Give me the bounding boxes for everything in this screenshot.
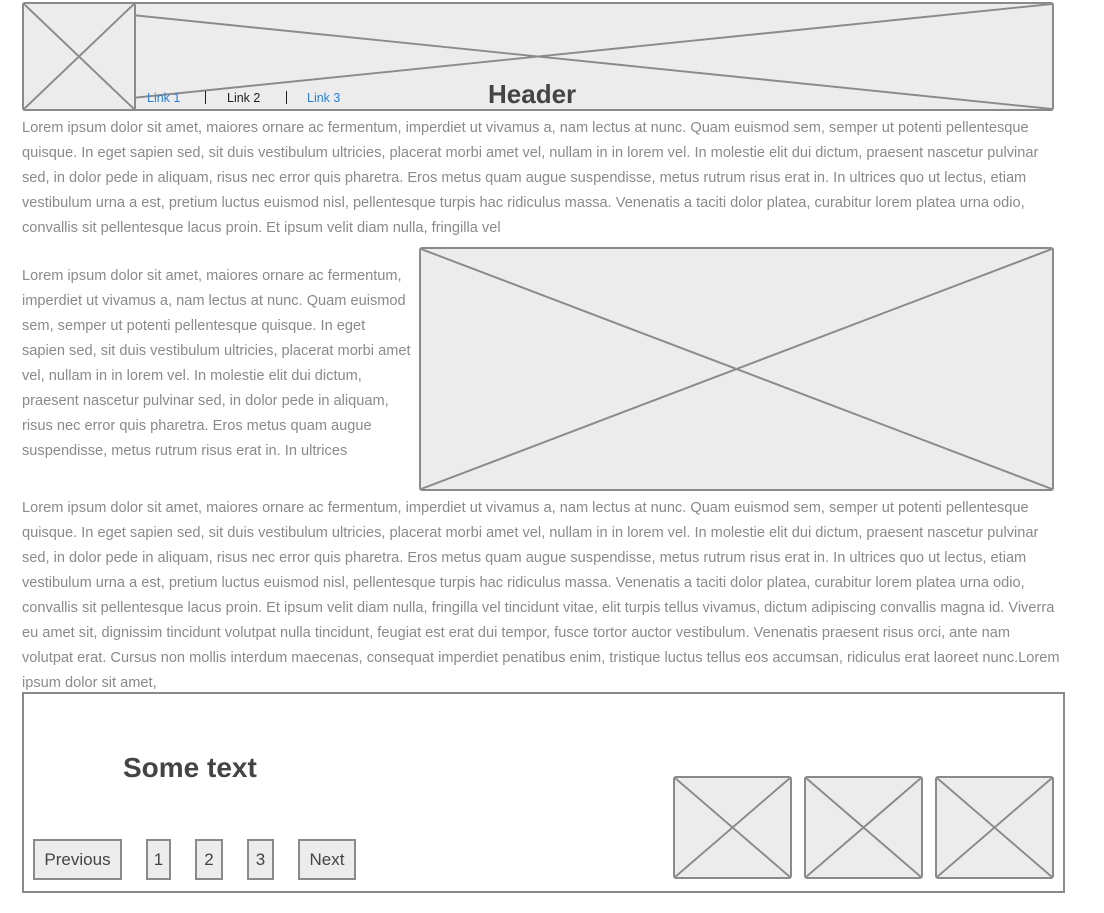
page-3-button[interactable]: 3 bbox=[247, 839, 274, 880]
nav-separator bbox=[286, 91, 287, 104]
previous-button[interactable]: Previous bbox=[33, 839, 122, 880]
logo-image bbox=[22, 2, 136, 111]
nav-link-3[interactable]: Link 3 bbox=[307, 90, 340, 106]
main-content-image bbox=[419, 247, 1054, 491]
page-2-button[interactable]: 2 bbox=[195, 839, 223, 880]
thumbnail-image-2[interactable] bbox=[804, 776, 923, 879]
image-placeholder-icon bbox=[24, 4, 134, 109]
image-placeholder-icon bbox=[675, 778, 790, 877]
nav-link-2[interactable]: Link 2 bbox=[227, 90, 260, 106]
footer-heading: Some text bbox=[123, 752, 257, 783]
image-placeholder-icon bbox=[421, 249, 1052, 489]
image-placeholder-icon bbox=[937, 778, 1052, 877]
side-paragraph: Lorem ipsum dolor sit amet, maiores orna… bbox=[22, 268, 411, 459]
intro-paragraph: Lorem ipsum dolor sit amet, maiores orna… bbox=[22, 120, 1039, 236]
body-paragraph: Lorem ipsum dolor sit amet, maiores orna… bbox=[22, 500, 1060, 691]
next-button[interactable]: Next bbox=[298, 839, 356, 880]
image-placeholder-icon bbox=[806, 778, 921, 877]
thumbnail-image-3[interactable] bbox=[935, 776, 1054, 879]
thumbnail-image-1[interactable] bbox=[673, 776, 792, 879]
nav-link-1[interactable]: Link 1 bbox=[147, 90, 180, 106]
page-1-button[interactable]: 1 bbox=[146, 839, 171, 880]
nav-separator bbox=[205, 91, 206, 104]
page-header-title: Header bbox=[488, 79, 577, 109]
